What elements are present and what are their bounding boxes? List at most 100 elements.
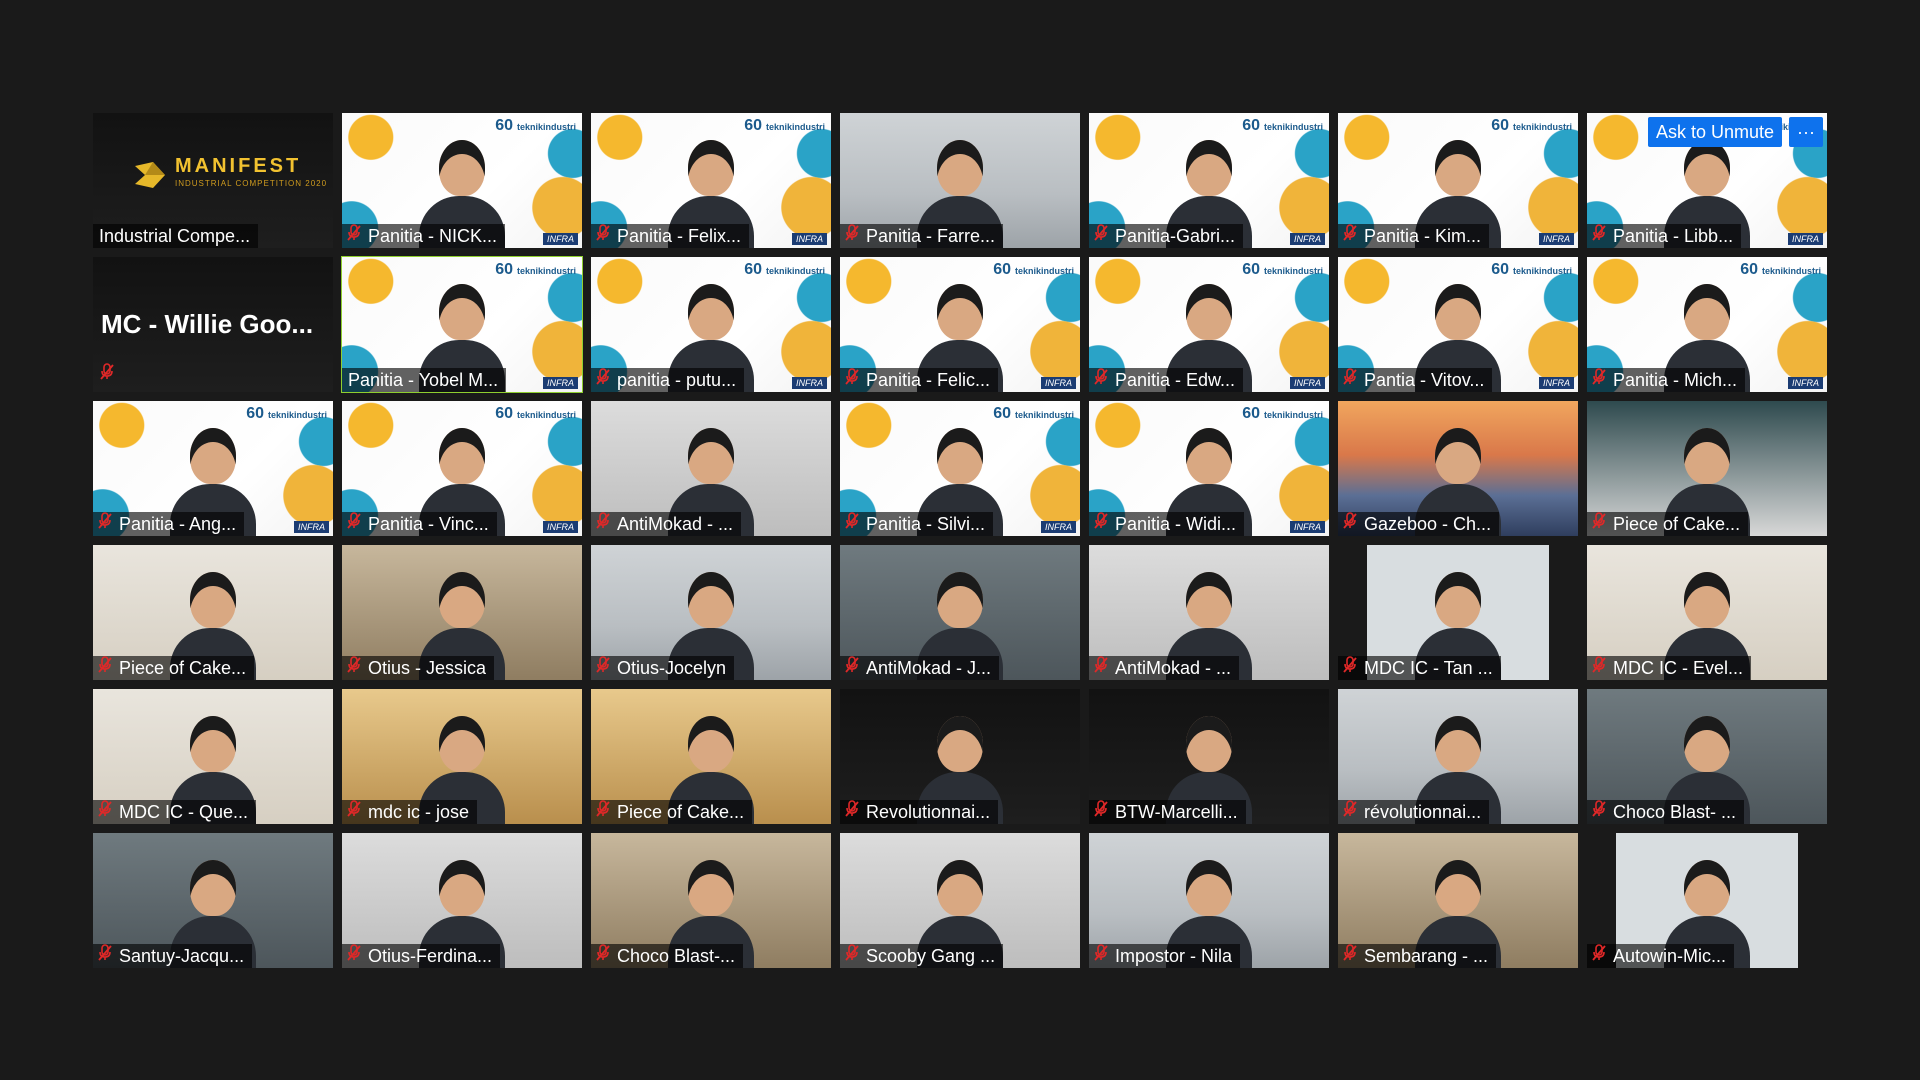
participant-tile[interactable]: Santuy-Jacqu... xyxy=(93,833,333,968)
muted-mic-icon xyxy=(1342,512,1358,536)
participant-tile[interactable]: Choco Blast- ... xyxy=(1587,689,1827,824)
participant-tile[interactable]: 60 teknikindustri INFRA Panitia - NICK... xyxy=(342,113,582,248)
participant-name-label: Otius - Jessica xyxy=(342,656,495,680)
participant-tile[interactable]: mdc ic - jose xyxy=(342,689,582,824)
participant-tile[interactable]: révolutionnai... xyxy=(1338,689,1578,824)
participant-tile[interactable]: AntiMokad - J... xyxy=(840,545,1080,680)
participant-tile[interactable]: MDC IC - Que... xyxy=(93,689,333,824)
participant-tile[interactable]: 60 teknikindustri INFRA Panitia - Widi... xyxy=(1089,401,1329,536)
participant-tile[interactable]: 60 teknikindustri INFRA Panitia - Silvi... xyxy=(840,401,1080,536)
participant-tile[interactable]: 60 teknikindustri INFRA Panitia - Kim... xyxy=(1338,113,1578,248)
participant-tile[interactable]: Revolutionnai... xyxy=(840,689,1080,824)
logo-title: MANIFEST xyxy=(175,155,302,177)
infra-badge: INFRA xyxy=(792,377,827,389)
participant-tile[interactable]: Panitia - Farre... xyxy=(840,113,1080,248)
muted-mic-icon xyxy=(97,944,113,968)
participant-name-label: Santuy-Jacqu... xyxy=(93,944,253,968)
participant-name: Panitia - Edw... xyxy=(1115,370,1236,390)
participant-tile[interactable]: 60 teknikindustri INFRA panitia - putu... xyxy=(591,257,831,392)
participant-tile[interactable]: 60 teknikindustri INFRA Pantia - Vitov... xyxy=(1338,257,1578,392)
participant-name: mdc ic - jose xyxy=(368,802,470,822)
participant-tile[interactable]: 60 teknikindustri INFRA Panitia - Vinc... xyxy=(342,401,582,536)
muted-mic-icon xyxy=(844,656,860,680)
ask-to-unmute-button[interactable]: Ask to Unmute xyxy=(1647,117,1782,147)
participant-name-label: Panitia - Widi... xyxy=(1089,512,1245,536)
participant-tile[interactable]: 60 teknikindustri INFRA Panitia - Felix... xyxy=(591,113,831,248)
participant-name-label: Piece of Cake... xyxy=(1587,512,1749,536)
participant-name-label: MDC IC - Que... xyxy=(93,800,257,824)
participant-tile[interactable]: Choco Blast-... xyxy=(591,833,831,968)
banner-brand: 60teknikindustri xyxy=(993,405,1074,423)
participant-tile[interactable]: 60teknikindustriINFRAPanitia - Libb...As… xyxy=(1587,113,1827,248)
muted-mic-icon xyxy=(1591,656,1607,680)
muted-mic-icon xyxy=(1093,656,1109,680)
participant-tile[interactable]: Piece of Cake... xyxy=(1587,401,1827,536)
muted-mic-icon xyxy=(1342,224,1358,248)
participant-name-label: Otius-Jocelyn xyxy=(591,656,735,680)
muted-mic-icon xyxy=(97,656,113,680)
muted-mic-icon xyxy=(595,224,611,248)
muted-mic-icon xyxy=(1591,512,1607,536)
infra-badge: INFRA xyxy=(294,521,329,533)
participant-tile[interactable]: Otius - Jessica xyxy=(342,545,582,680)
muted-mic-icon xyxy=(844,368,860,392)
infra-badge: INFRA xyxy=(1041,377,1076,389)
infra-badge: INFRA xyxy=(1290,521,1325,533)
participant-name-label: BTW-Marcelli... xyxy=(1089,800,1246,824)
participant-name: Choco Blast-... xyxy=(617,946,736,966)
participant-tile[interactable]: MDC IC - Tan ... xyxy=(1338,545,1578,680)
participant-tile[interactable]: Impostor - Nila xyxy=(1089,833,1329,968)
participant-tile[interactable]: 60 teknikindustri INFRA Panitia-Gabri... xyxy=(1089,113,1329,248)
participant-name-label: Panitia - Felic... xyxy=(840,368,999,392)
participant-tile[interactable]: MDC IC - Evel... xyxy=(1587,545,1827,680)
participant-name: Piece of Cake... xyxy=(1613,514,1741,534)
participant-tile[interactable]: Sembarang - ... xyxy=(1338,833,1578,968)
more-options-button[interactable]: ··· xyxy=(1789,117,1823,147)
banner-brand: 60teknikindustri xyxy=(993,261,1074,279)
participant-name: AntiMokad - ... xyxy=(1115,658,1232,678)
participant-tile[interactable]: 60 teknikindustri INFRA Panitia - Ang... xyxy=(93,401,333,536)
participant-tile[interactable]: 60 teknikindustri INFRA Panitia - Felic... xyxy=(840,257,1080,392)
participant-name-label: panitia - putu... xyxy=(591,368,745,392)
participant-tile[interactable]: BTW-Marcelli... xyxy=(1089,689,1329,824)
participant-tile[interactable]: MC - Willie Goo... xyxy=(93,257,333,392)
infra-badge: INFRA xyxy=(1539,233,1574,245)
participant-tile[interactable]: Piece of Cake... xyxy=(93,545,333,680)
participant-tile[interactable]: 60 teknikindustri INFRA Panitia - Yobel M..… xyxy=(341,256,583,393)
participant-name: Piece of Cake... xyxy=(617,802,745,822)
participant-name: Panitia - Farre... xyxy=(866,226,996,246)
participant-name: Panitia - Kim... xyxy=(1364,226,1482,246)
participant-name-label: Choco Blast- ... xyxy=(1587,800,1745,824)
brand-text: teknikindustri xyxy=(516,410,576,420)
anniversary-badge: 60 xyxy=(1740,261,1758,278)
brand-text: teknikindustri xyxy=(1014,266,1074,276)
participant-name-label: AntiMokad - ... xyxy=(1089,656,1240,680)
infra-badge: INFRA xyxy=(543,521,578,533)
brand-text: teknikindustri xyxy=(765,122,825,132)
participant-tile[interactable]: Piece of Cake... xyxy=(591,689,831,824)
infra-badge: INFRA xyxy=(792,233,827,245)
participant-name: AntiMokad - ... xyxy=(617,514,734,534)
banner-brand: 60teknikindustri xyxy=(1491,261,1572,279)
infra-badge: INFRA xyxy=(1539,377,1574,389)
participant-name: Panitia - Mich... xyxy=(1613,370,1738,390)
participant-tile[interactable]: Otius-Ferdina... xyxy=(342,833,582,968)
muted-mic-icon xyxy=(346,944,362,968)
participant-tile[interactable]: AntiMokad - ... xyxy=(591,401,831,536)
banner-brand: 60teknikindustri xyxy=(1242,261,1323,279)
participant-tile[interactable]: Gazeboo - Ch... xyxy=(1338,401,1578,536)
participant-tile[interactable]: 60 teknikindustri INFRA Panitia - Edw... xyxy=(1089,257,1329,392)
participant-tile[interactable]: Autowin-Mic... xyxy=(1587,833,1827,968)
participant-tile[interactable]: Otius-Jocelyn xyxy=(591,545,831,680)
muted-mic-icon xyxy=(1093,944,1109,968)
participant-name-label: révolutionnai... xyxy=(1338,800,1490,824)
infra-badge: INFRA xyxy=(1290,377,1325,389)
participant-tile[interactable]: AntiMokad - ... xyxy=(1089,545,1329,680)
participant-tile[interactable]: 60 teknikindustri INFRA Panitia - Mich... xyxy=(1587,257,1827,392)
participant-name-label: Otius-Ferdina... xyxy=(342,944,501,968)
participant-tile[interactable]: Scooby Gang ... xyxy=(840,833,1080,968)
participant-name-label: Scooby Gang ... xyxy=(840,944,1004,968)
banner-brand: 60teknikindustri xyxy=(495,117,576,135)
participant-name: Gazeboo - Ch... xyxy=(1364,514,1492,534)
participant-tile[interactable]: MANIFEST INDUSTRIAL COMPETITION 2020 Indus… xyxy=(93,113,333,248)
